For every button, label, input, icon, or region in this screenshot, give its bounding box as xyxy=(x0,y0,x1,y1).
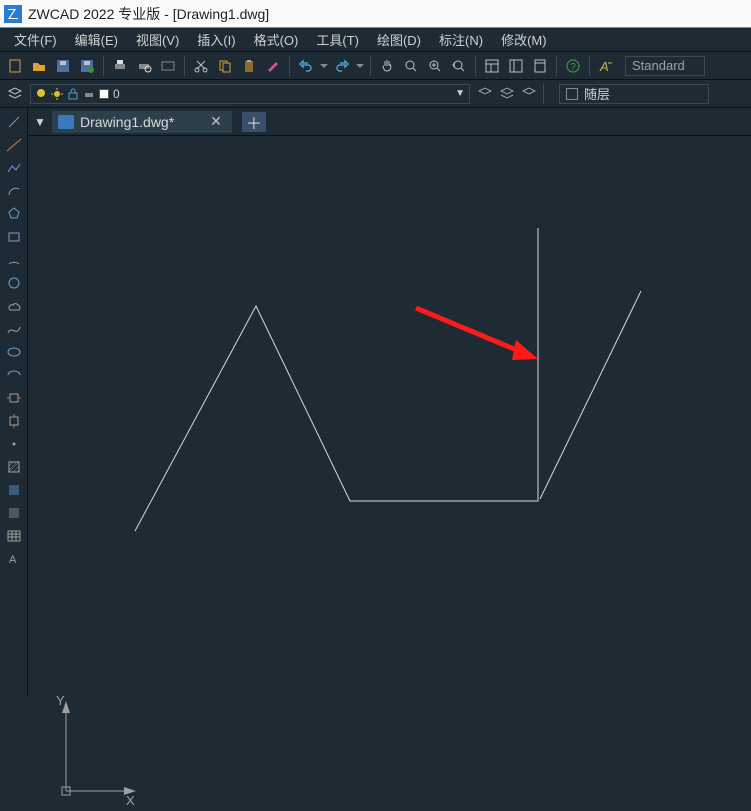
gradient-tool[interactable] xyxy=(2,479,26,501)
document-tab-label: Drawing1.dwg* xyxy=(80,114,174,130)
menu-view[interactable]: 视图(V) xyxy=(128,28,187,51)
tab-add-button[interactable]: ＋ xyxy=(242,112,266,132)
menu-insert[interactable]: 插入(I) xyxy=(189,28,243,51)
color-swatch-icon xyxy=(566,88,578,100)
redo-dropdown[interactable] xyxy=(355,55,365,77)
ucs-x-label: X xyxy=(126,793,135,808)
tool-palettes-button[interactable] xyxy=(529,55,551,77)
layer-sun-icon xyxy=(51,88,63,100)
ellipse-arc-tool[interactable] xyxy=(2,364,26,386)
color-bylayer: 随层 xyxy=(584,84,610,103)
layer-state-button[interactable] xyxy=(496,83,518,105)
document-tab-active[interactable]: Drawing1.dwg* ✕ xyxy=(52,111,232,133)
help-button[interactable]: ? xyxy=(562,55,584,77)
text-style-icon[interactable]: A xyxy=(595,55,617,77)
print-preview-button[interactable] xyxy=(133,55,155,77)
mtext-tool[interactable]: A xyxy=(2,548,26,570)
open-button[interactable] xyxy=(28,55,50,77)
insert-block-tool[interactable] xyxy=(2,387,26,409)
cut-button[interactable] xyxy=(190,55,212,77)
svg-text:?: ? xyxy=(570,62,576,73)
polyline-tool[interactable] xyxy=(2,157,26,179)
publish-button[interactable] xyxy=(157,55,179,77)
copy-button[interactable] xyxy=(214,55,236,77)
undo-button[interactable] xyxy=(295,55,317,77)
layer-color-swatch xyxy=(99,89,109,99)
construction-line-tool[interactable] xyxy=(2,134,26,156)
layer-bulb-icon xyxy=(35,88,47,100)
redo-button[interactable] xyxy=(331,55,353,77)
work-area: A ▼ Drawing1.dwg* ✕ ＋ Y xyxy=(0,108,751,697)
menu-dimension[interactable]: 标注(N) xyxy=(431,28,491,51)
match-prop-button[interactable] xyxy=(262,55,284,77)
drawing-canvas[interactable]: Y X xyxy=(28,136,751,697)
text-style-combo[interactable]: Standard xyxy=(625,56,705,76)
spline-tool[interactable] xyxy=(2,318,26,340)
arc-tool[interactable] xyxy=(2,180,26,202)
zoom-prev-button[interactable] xyxy=(448,55,470,77)
app-logo-icon xyxy=(4,5,22,23)
table-tool[interactable] xyxy=(2,525,26,547)
ellipse-tool[interactable] xyxy=(2,341,26,363)
arc-segment-tool[interactable] xyxy=(2,249,26,271)
rectangle-tool[interactable] xyxy=(2,226,26,248)
chevron-down-icon: ▼ xyxy=(455,88,465,99)
layer-combo[interactable]: 0 ▼ xyxy=(30,84,470,104)
document-tabs: ▼ Drawing1.dwg* ✕ ＋ xyxy=(28,108,751,136)
dwg-file-icon xyxy=(58,115,74,129)
layer-name: 0 xyxy=(113,87,120,101)
hatch-tool[interactable] xyxy=(2,456,26,478)
pan-button[interactable] xyxy=(376,55,398,77)
paste-button[interactable] xyxy=(238,55,260,77)
properties-button[interactable] xyxy=(481,55,503,77)
layer-print-icon xyxy=(83,88,95,100)
ucs-y-label: Y xyxy=(56,693,65,708)
menu-edit[interactable]: 编辑(E) xyxy=(67,28,126,51)
circle-tool[interactable] xyxy=(2,272,26,294)
saveas-button[interactable] xyxy=(76,55,98,77)
menu-draw[interactable]: 绘图(D) xyxy=(369,28,429,51)
layer-toolbar: 0 ▼ 随层 xyxy=(0,80,751,108)
region-tool[interactable] xyxy=(2,502,26,524)
save-button[interactable] xyxy=(52,55,74,77)
zoom-window-button[interactable] xyxy=(424,55,446,77)
layer-prev-button[interactable] xyxy=(474,83,496,105)
layer-lock-icon xyxy=(67,88,79,100)
menu-tools[interactable]: 工具(T) xyxy=(308,28,367,51)
standard-toolbar: ? A Standard xyxy=(0,52,751,80)
zoom-realtime-button[interactable] xyxy=(400,55,422,77)
make-block-tool[interactable] xyxy=(2,410,26,432)
color-combo[interactable]: 随层 xyxy=(559,84,709,104)
menu-modify[interactable]: 修改(M) xyxy=(493,28,555,51)
app-title: ZWCAD 2022 专业版 - [Drawing1.dwg] xyxy=(28,4,269,24)
print-button[interactable] xyxy=(109,55,131,77)
svg-text:A: A xyxy=(599,59,609,74)
layer-manager-button[interactable] xyxy=(4,83,26,105)
drawing-content xyxy=(28,136,751,696)
menu-format[interactable]: 格式(O) xyxy=(246,28,307,51)
line-tool[interactable] xyxy=(2,111,26,133)
menu-bar: 文件(F) 编辑(E) 视图(V) 插入(I) 格式(O) 工具(T) 绘图(D… xyxy=(0,28,751,52)
design-center-button[interactable] xyxy=(505,55,527,77)
tab-close-button[interactable]: ✕ xyxy=(210,113,222,130)
point-tool[interactable] xyxy=(2,433,26,455)
svg-text:A: A xyxy=(9,554,17,566)
tab-list-dropdown[interactable]: ▼ xyxy=(34,115,52,129)
revcloud-tool[interactable] xyxy=(2,295,26,317)
menu-file[interactable]: 文件(F) xyxy=(6,28,65,51)
layer-iso-button[interactable] xyxy=(518,83,540,105)
polygon-tool[interactable] xyxy=(2,203,26,225)
draw-toolbar: A xyxy=(0,108,28,697)
undo-dropdown[interactable] xyxy=(319,55,329,77)
new-button[interactable] xyxy=(4,55,26,77)
title-bar: ZWCAD 2022 专业版 - [Drawing1.dwg] xyxy=(0,0,751,28)
